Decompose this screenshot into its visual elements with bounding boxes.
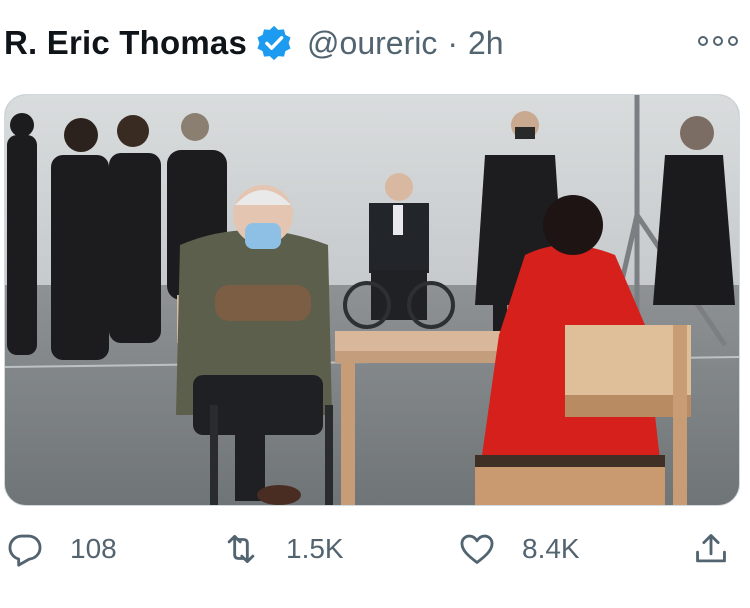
reply-button[interactable]: 108: [6, 530, 117, 568]
tweet-timestamp[interactable]: 2h: [468, 25, 504, 62]
tweet-photo[interactable]: [4, 94, 740, 506]
verified-badge-icon: [255, 24, 293, 62]
share-icon: [696, 534, 726, 563]
tweet-header: R. Eric Thomas @oureric · 2h: [0, 18, 750, 68]
author-handle[interactable]: @oureric: [307, 25, 437, 62]
reply-count: 108: [70, 533, 117, 564]
more-options-icon[interactable]: [698, 30, 738, 52]
more-dot: [698, 36, 708, 46]
retweet-icon: [227, 534, 255, 564]
more-dot: [728, 36, 738, 46]
heart-icon: [460, 534, 494, 564]
retweet-count: 1.5K: [286, 533, 344, 564]
reply-icon: [8, 534, 42, 567]
like-count: 8.4K: [522, 533, 580, 564]
share-button[interactable]: [692, 530, 730, 568]
more-dot: [713, 36, 723, 46]
tweet-actions-bar: 108 1.5K 8.4K: [0, 530, 750, 580]
author-name[interactable]: R. Eric Thomas: [4, 24, 247, 62]
separator-dot: ·: [447, 24, 458, 61]
photo-illustration: [5, 95, 739, 505]
like-button[interactable]: 8.4K: [458, 530, 580, 568]
retweet-button[interactable]: 1.5K: [222, 530, 344, 568]
